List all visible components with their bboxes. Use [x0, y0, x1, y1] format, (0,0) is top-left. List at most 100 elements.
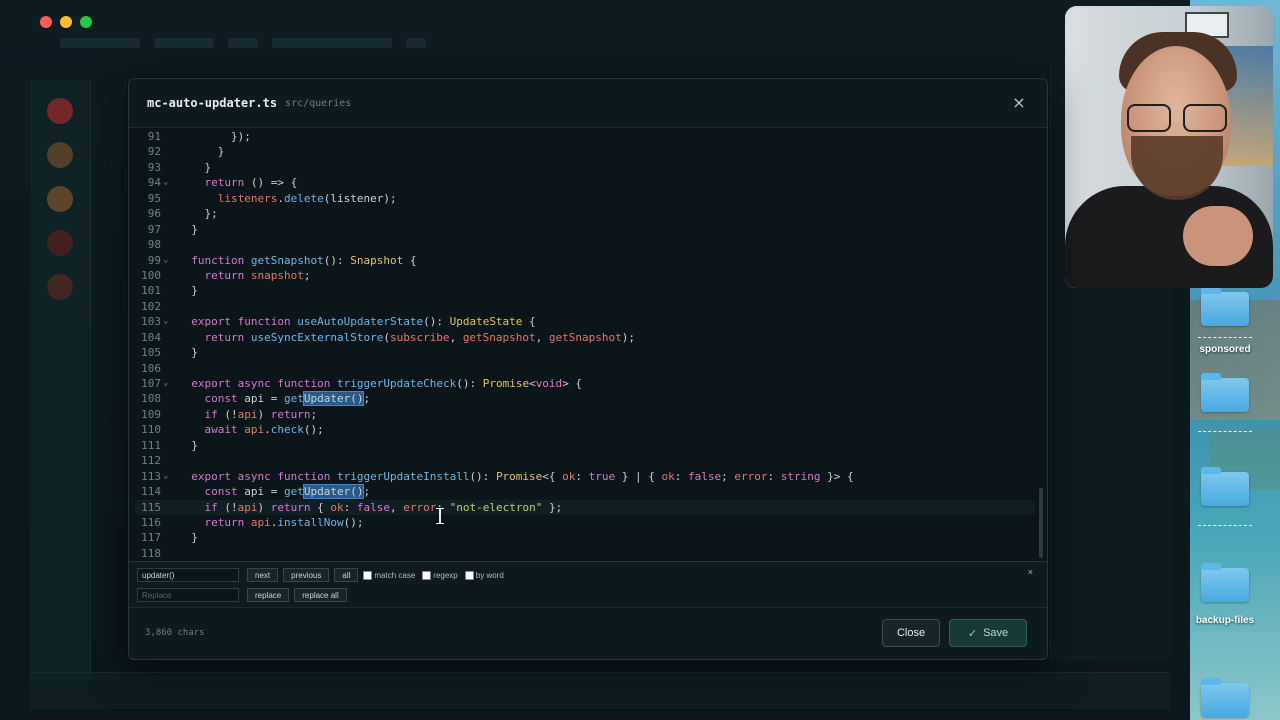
code-line[interactable]: 112 [135, 453, 1035, 468]
code-line[interactable]: 102 [135, 299, 1035, 314]
checkbox-icon[interactable] [422, 570, 432, 580]
fold-chevron-icon[interactable]: ⌄ [163, 253, 175, 268]
code-token: return [270, 500, 311, 514]
fold-chevron-icon[interactable]: ⌄ [163, 175, 175, 190]
fold-chevron-icon[interactable]: ⌄ [163, 314, 175, 329]
code-token: . [264, 423, 271, 437]
code-line[interactable]: 100 return snapshot; [135, 268, 1035, 283]
code-line[interactable]: 91 }); [135, 129, 1035, 144]
line-number: 105 [141, 346, 161, 360]
save-button[interactable]: ✓ Save [949, 619, 1027, 647]
code-text: }; [178, 206, 217, 221]
code-line[interactable]: 113 ⌄ export async function triggerUpdate… [135, 469, 1035, 484]
folder-icon[interactable] [1201, 467, 1249, 506]
close-search-icon[interactable]: × [1028, 567, 1033, 577]
code-line[interactable]: 109 if (!api) return; [135, 407, 1035, 422]
match-case-label: match case [374, 570, 416, 580]
code-line[interactable]: 101 } [135, 283, 1035, 298]
code-token: (): [469, 469, 496, 483]
checkbox-icon[interactable] [363, 570, 373, 580]
checkbox-icon[interactable] [464, 570, 474, 580]
replace-all-button[interactable]: replace all [294, 588, 347, 602]
code-line[interactable]: 107 ⌄ export async function triggerUpdate… [135, 376, 1035, 391]
close-window-icon[interactable] [40, 16, 52, 28]
line-number: 104 [141, 330, 161, 344]
editor-scrollbar[interactable] [1039, 488, 1043, 558]
code-editor[interactable]: 91 }); 92 } 93 } 94 ⌄ return () => {95 liste… [129, 127, 1047, 562]
code-text: export function useAutoUpdaterState(): U… [178, 314, 535, 329]
code-line[interactable]: 104 return useSyncExternalStore(subscrib… [135, 330, 1035, 345]
fold-chevron-icon[interactable]: ⌄ [163, 469, 175, 484]
minimize-window-icon[interactable] [60, 16, 72, 28]
fold-chevron-icon[interactable]: ⌄ [163, 376, 175, 391]
line-number: 94 [147, 176, 161, 190]
code-line[interactable]: 94 ⌄ return () => { [135, 175, 1035, 190]
next-button[interactable]: next [247, 568, 279, 582]
regexp-checkbox[interactable]: regexp [422, 570, 458, 580]
code-line[interactable]: 93 } [135, 160, 1035, 175]
code-token: const [204, 485, 238, 499]
line-number: 107 [141, 377, 161, 390]
match-case-checkbox[interactable]: match case [363, 570, 416, 580]
all-button[interactable]: all [334, 568, 359, 582]
line-number: 98 [147, 238, 161, 252]
line-number: 110 [141, 423, 161, 437]
code-text: listeners.delete(listener); [178, 191, 397, 206]
replace-input[interactable] [137, 588, 239, 602]
code-line[interactable]: 108 const api = getUpdater(); [135, 391, 1035, 407]
code-text: } [178, 222, 198, 237]
code-line[interactable]: 116 return api.installNow(); [135, 515, 1035, 530]
folder-icon[interactable] [1201, 373, 1249, 412]
close-icon[interactable]: × [1011, 95, 1027, 111]
code-line[interactable]: 98 [135, 237, 1035, 252]
line-number: 112 [141, 454, 161, 468]
by-word-checkbox[interactable]: by word [464, 570, 504, 580]
close-button[interactable]: Close [882, 619, 940, 647]
code-token: }; [542, 500, 563, 514]
code-text: await api.check(); [178, 422, 324, 437]
code-line[interactable]: 114 const api = getUpdater(); [135, 484, 1035, 500]
search-input[interactable] [137, 568, 239, 582]
code-line[interactable]: 92 } [135, 144, 1035, 159]
previous-button[interactable]: previous [283, 568, 330, 582]
code-token: return [204, 515, 245, 529]
replace-button[interactable]: replace [247, 588, 290, 602]
code-token: } [178, 284, 198, 298]
code-line[interactable]: 110 await api.check(); [135, 422, 1035, 437]
code-token: } | { [615, 469, 662, 483]
code-line[interactable]: 99 ⌄ function getSnapshot(): Snapshot { [135, 253, 1035, 268]
code-line[interactable]: 96 }; [135, 206, 1035, 221]
folder-icon[interactable] [1201, 287, 1249, 326]
code-token: getSnapshot [250, 253, 324, 267]
code-line[interactable]: 95 listeners.delete(listener); [135, 191, 1035, 206]
code-line[interactable]: 115 if (!api) return { ok: false, error:… [135, 499, 1035, 515]
code-token: api [237, 500, 258, 514]
code-line[interactable]: 97 } [135, 222, 1035, 237]
code-line[interactable]: 117 } [135, 530, 1035, 545]
code-line[interactable]: 111 } [135, 438, 1035, 453]
code-token: false [688, 469, 722, 483]
code-line[interactable]: 103 ⌄ export function useAutoUpdaterState… [135, 314, 1035, 329]
code-token: (); [303, 423, 324, 437]
code-token: installNow [277, 515, 344, 529]
code-token: check [270, 423, 304, 437]
code-line[interactable]: 105 } [135, 345, 1035, 360]
code-token: : [575, 469, 589, 483]
code-line[interactable]: 106 [135, 361, 1035, 376]
code-text: } [178, 345, 198, 360]
code-token: delete [283, 191, 324, 205]
code-line[interactable]: 118 [135, 546, 1035, 561]
code-token: { [310, 500, 331, 514]
folder-icon[interactable] [1201, 563, 1249, 602]
folder-icon[interactable] [1201, 678, 1249, 717]
code-token: : [343, 500, 357, 514]
code-token: ; [363, 485, 371, 499]
maximize-window-icon[interactable] [80, 16, 92, 28]
code-token: return [204, 330, 245, 344]
